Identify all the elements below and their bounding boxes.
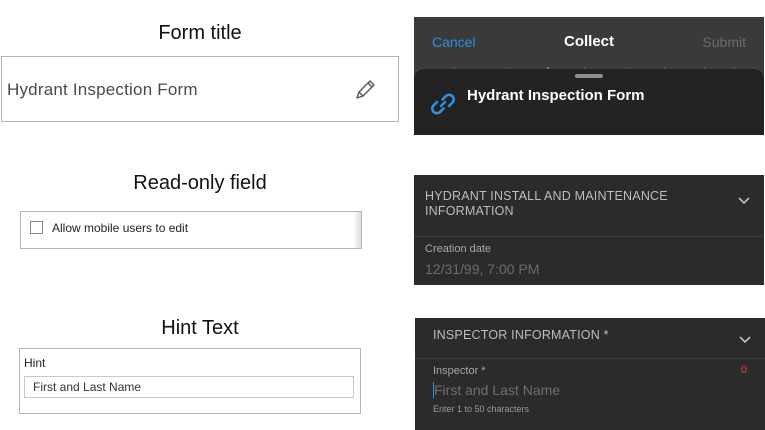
chevron-down-icon[interactable] xyxy=(739,331,751,344)
divider xyxy=(415,358,765,359)
hint-text-preview: INSPECTOR INFORMATION * Inspector * 0 Fi… xyxy=(415,318,765,430)
chevron-down-icon[interactable] xyxy=(738,192,750,205)
link-icon xyxy=(428,89,458,119)
mobile-form-header-preview: Cancel Collect Submit Hydrant Inspection… xyxy=(414,17,764,135)
field-value: 12/31/99, 7:00 PM xyxy=(425,261,540,277)
field-label: Creation date xyxy=(425,243,492,255)
readonly-field-setting: Allow mobile users to edit xyxy=(20,211,362,249)
sheet-form-title: Hydrant Inspection Form xyxy=(467,87,645,104)
inspector-input[interactable]: First and Last Name xyxy=(434,382,560,398)
form-title-editor[interactable]: Hydrant Inspection Form xyxy=(1,56,399,122)
divider xyxy=(414,236,764,237)
pencil-icon[interactable] xyxy=(352,77,378,103)
readonly-field-preview: HYDRANT INSTALL AND MAINTENANCE INFORMAT… xyxy=(414,175,764,285)
form-title-value: Hydrant Inspection Form xyxy=(7,80,198,99)
readonly-heading: Read-only field xyxy=(133,172,267,194)
field-hint: Enter 1 to 50 characters xyxy=(433,404,530,414)
scroll-shade xyxy=(353,212,361,248)
field-label: Inspector * xyxy=(433,365,486,377)
allow-edit-label: Allow mobile users to edit xyxy=(52,221,189,235)
section-title[interactable]: INSPECTOR INFORMATION * xyxy=(433,328,723,343)
form-title-heading: Form title xyxy=(158,22,242,44)
hint-label: Hint xyxy=(24,356,46,370)
allow-edit-checkbox[interactable] xyxy=(30,221,43,234)
character-count: 0 xyxy=(740,364,747,376)
submit-button[interactable]: Submit xyxy=(702,34,746,50)
sheet-grabber[interactable] xyxy=(575,74,603,78)
nav-bar: Cancel Collect Submit xyxy=(414,17,764,67)
hint-heading: Hint Text xyxy=(161,317,239,339)
hint-input[interactable]: First and Last Name xyxy=(24,376,354,398)
form-sheet: Hydrant Inspection Form xyxy=(414,69,764,135)
section-title[interactable]: HYDRANT INSTALL AND MAINTENANCE INFORMAT… xyxy=(425,189,715,219)
hint-setting: Hint First and Last Name xyxy=(19,348,361,414)
text-cursor xyxy=(433,382,434,398)
